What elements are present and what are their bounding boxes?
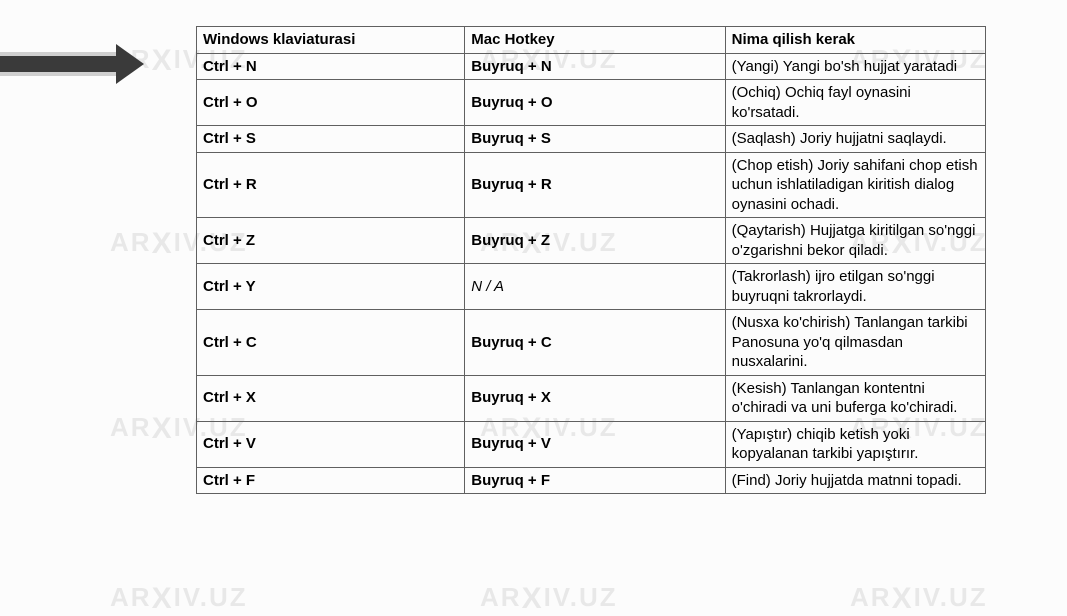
cell-mac-shortcut: Buyruq + X (465, 375, 725, 421)
table-row: Ctrl + YN / A(Takrorlash) ijro etilgan s… (197, 264, 986, 310)
cell-windows-shortcut: Ctrl + C (197, 310, 465, 376)
cell-windows-shortcut: Ctrl + V (197, 421, 465, 467)
table-row: Ctrl + CBuyruq + C(Nusxa ko'chirish) Tan… (197, 310, 986, 376)
header-mac: Mac Hotkey (465, 27, 725, 54)
table-row: Ctrl + SBuyruq + S(Saqlash) Joriy hujjat… (197, 126, 986, 153)
cell-description: (Kesish) Tanlangan kontentni o'chiradi v… (725, 375, 985, 421)
table-header-row: Windows klaviaturasi Mac Hotkey Nima qil… (197, 27, 986, 54)
cell-windows-shortcut: Ctrl + R (197, 152, 465, 218)
table-row: Ctrl + RBuyruq + R(Chop etish) Joriy sah… (197, 152, 986, 218)
cell-mac-shortcut: Buyruq + R (465, 152, 725, 218)
cell-windows-shortcut: Ctrl + S (197, 126, 465, 153)
cell-mac-shortcut: Buyruq + Z (465, 218, 725, 264)
cell-mac-shortcut: Buyruq + V (465, 421, 725, 467)
shortcuts-table: Windows klaviaturasi Mac Hotkey Nima qil… (196, 26, 986, 494)
cell-windows-shortcut: Ctrl + X (197, 375, 465, 421)
table-row: Ctrl + VBuyruq + V(Yapıştır) chiqib keti… (197, 421, 986, 467)
table-row: Ctrl + NBuyruq + N(Yangi) Yangi bo'sh hu… (197, 53, 986, 80)
cell-mac-shortcut: Buyruq + N (465, 53, 725, 80)
table-row: Ctrl + OBuyruq + O(Ochiq) Ochiq fayl oyn… (197, 80, 986, 126)
cell-description: (Yapıştır) chiqib ketish yoki kopyalanan… (725, 421, 985, 467)
watermark: ARXIV.UZ (480, 580, 618, 614)
cell-mac-shortcut: Buyruq + C (465, 310, 725, 376)
cell-windows-shortcut: Ctrl + O (197, 80, 465, 126)
cell-description: (Qaytarish) Hujjatga kiritilgan so'nggi … (725, 218, 985, 264)
cell-windows-shortcut: Ctrl + F (197, 467, 465, 494)
header-windows: Windows klaviaturasi (197, 27, 465, 54)
cell-description: (Yangi) Yangi bo'sh hujjat yaratadi (725, 53, 985, 80)
cell-description: (Find) Joriy hujjatda matnni topadi. (725, 467, 985, 494)
cell-windows-shortcut: Ctrl + Y (197, 264, 465, 310)
cell-description: (Ochiq) Ochiq fayl oynasini ko'rsatadi. (725, 80, 985, 126)
table-row: Ctrl + XBuyruq + X(Kesish) Tanlangan kon… (197, 375, 986, 421)
cell-mac-shortcut: Buyruq + S (465, 126, 725, 153)
header-desc: Nima qilish kerak (725, 27, 985, 54)
cell-mac-shortcut: N / A (465, 264, 725, 310)
shortcuts-table-container: Windows klaviaturasi Mac Hotkey Nima qil… (196, 26, 986, 494)
cell-windows-shortcut: Ctrl + Z (197, 218, 465, 264)
table-row: Ctrl + ZBuyruq + Z(Qaytarish) Hujjatga k… (197, 218, 986, 264)
cell-windows-shortcut: Ctrl + N (197, 53, 465, 80)
cell-mac-shortcut: Buyruq + F (465, 467, 725, 494)
watermark: ARXIV.UZ (850, 580, 988, 614)
arrow-decoration (0, 44, 155, 84)
watermark: ARXIV.UZ (110, 580, 248, 614)
cell-description: (Saqlash) Joriy hujjatni saqlaydi. (725, 126, 985, 153)
cell-description: (Nusxa ko'chirish) Tanlangan tarkibi Pan… (725, 310, 985, 376)
cell-description: (Takrorlash) ijro etilgan so'nggi buyruq… (725, 264, 985, 310)
cell-mac-shortcut: Buyruq + O (465, 80, 725, 126)
table-row: Ctrl + FBuyruq + F(Find) Joriy hujjatda … (197, 467, 986, 494)
cell-description: (Chop etish) Joriy sahifani chop etish u… (725, 152, 985, 218)
